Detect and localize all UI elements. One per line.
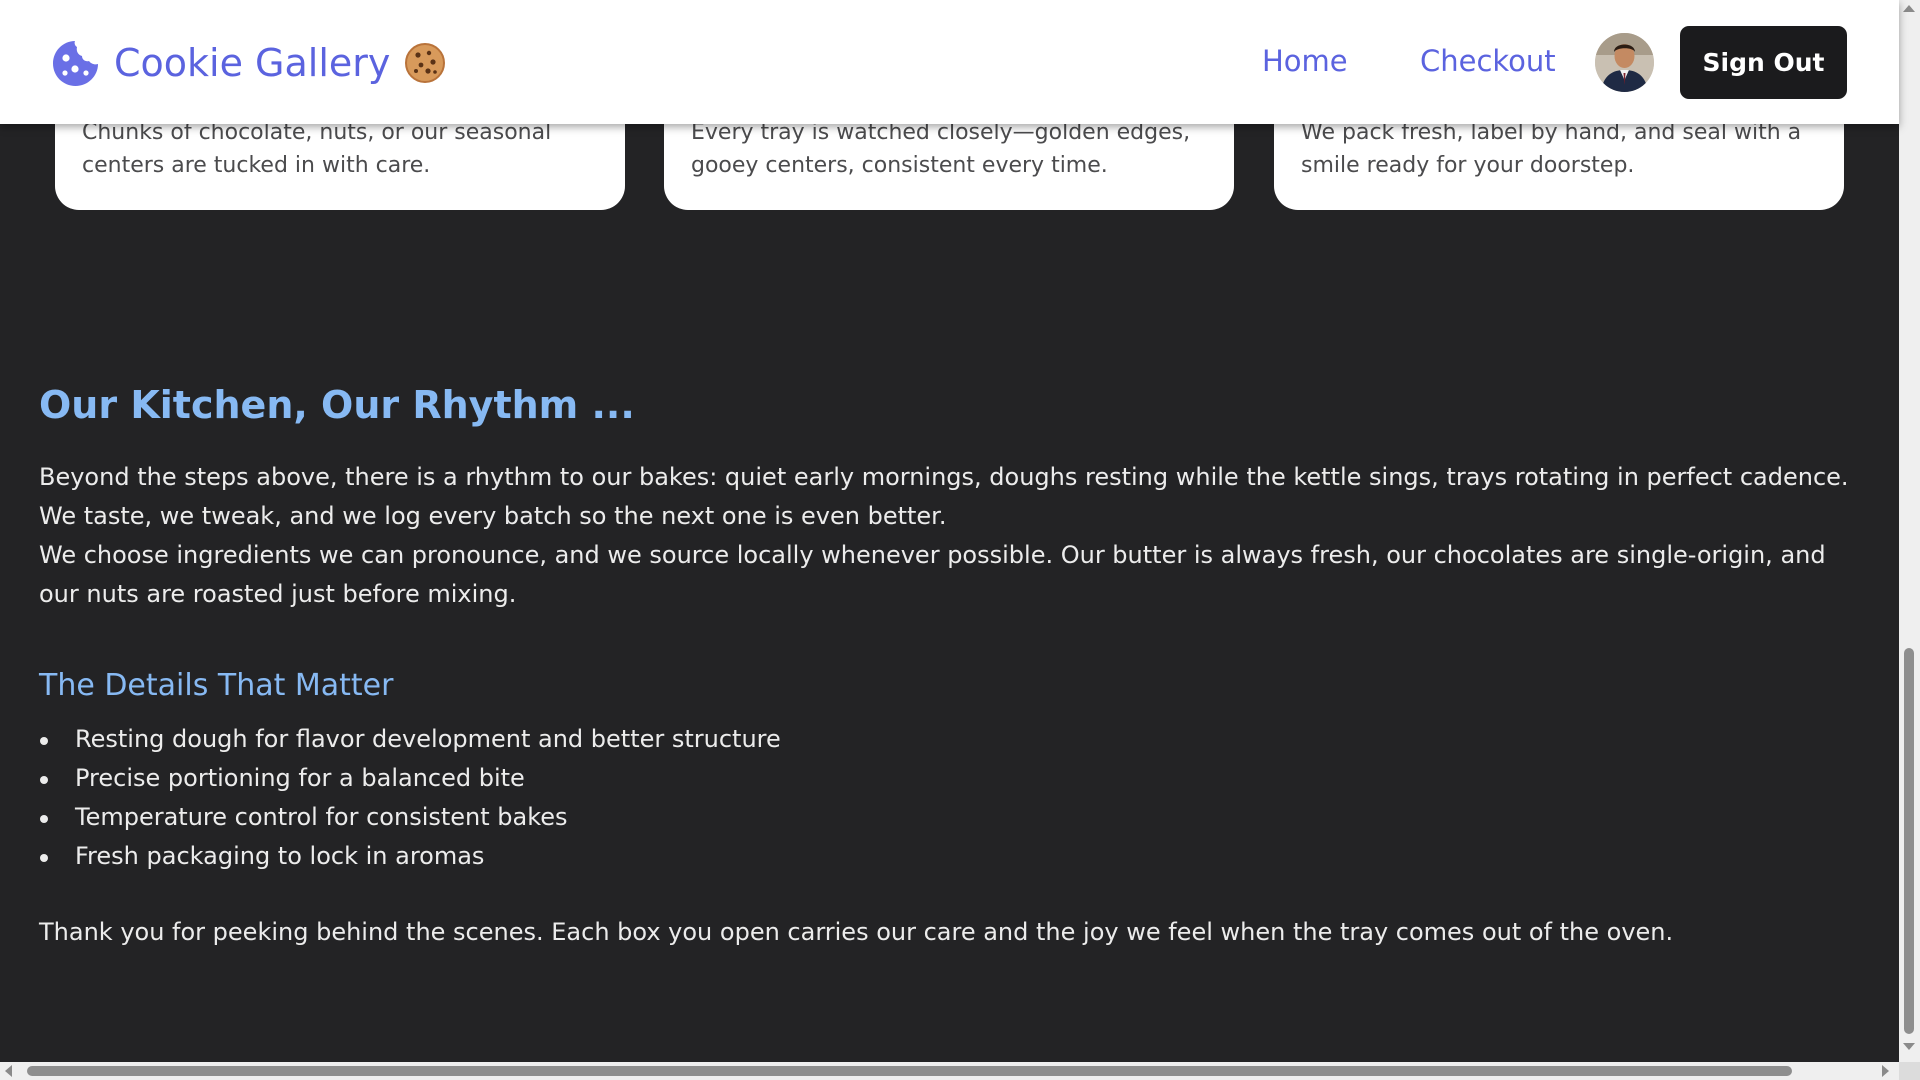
sign-out-button[interactable]: Sign Out [1680,26,1847,99]
list-item: Fresh packaging to lock in aromas [39,837,1859,876]
scroll-down-icon[interactable] [1903,1043,1915,1050]
card-text: We pack fresh, label by hand, and seal w… [1301,120,1802,178]
nav-checkout-link[interactable]: Checkout [1420,44,1556,78]
paragraph-rhythm: Beyond the steps above, there is a rhyth… [39,463,1849,530]
section-title: Our Kitchen, Our Rhythm ... [39,383,635,427]
kitchen-section: Our Kitchen, Our Rhythm ... Beyond the s… [39,380,1859,952]
scroll-left-icon[interactable] [5,1065,12,1077]
list-item: Precise portioning for a balanced bite [39,759,1859,798]
card-text: Every tray is watched closely—golden edg… [691,120,1191,178]
top-navbar: Cookie Gallery Home Checkout Sign Out [0,0,1899,124]
horizontal-scrollbar[interactable] [0,1062,1899,1080]
brand-link[interactable]: Cookie Gallery [50,36,446,90]
scroll-right-icon[interactable] [1882,1065,1889,1077]
scrollbar-corner [1899,1062,1920,1080]
list-item: Temperature control for consistent bakes [39,798,1859,837]
cookie-icon [50,38,101,89]
card-text: Chunks of chocolate, nuts, or our season… [82,120,552,178]
list-item: Resting dough for flavor development and… [39,720,1859,759]
vertical-scrollbar[interactable] [1899,0,1920,1062]
user-avatar[interactable] [1595,33,1654,92]
paragraph-ingredients: We choose ingredients we can pronounce, … [39,541,1826,608]
intro-paragraph: Beyond the steps above, there is a rhyth… [39,458,1859,614]
nav-home-link[interactable]: Home [1262,44,1348,78]
closing-paragraph: Thank you for peeking behind the scenes.… [39,918,1674,946]
scroll-up-icon[interactable] [1903,5,1915,12]
brand-name: Cookie Gallery [114,41,391,85]
cookie-emoji-icon [404,42,446,84]
horizontal-scroll-thumb[interactable] [27,1066,1792,1076]
details-heading: The Details That Matter [39,668,394,703]
vertical-scroll-thumb[interactable] [1904,648,1914,1034]
details-list: Resting dough for flavor development and… [39,720,1859,876]
